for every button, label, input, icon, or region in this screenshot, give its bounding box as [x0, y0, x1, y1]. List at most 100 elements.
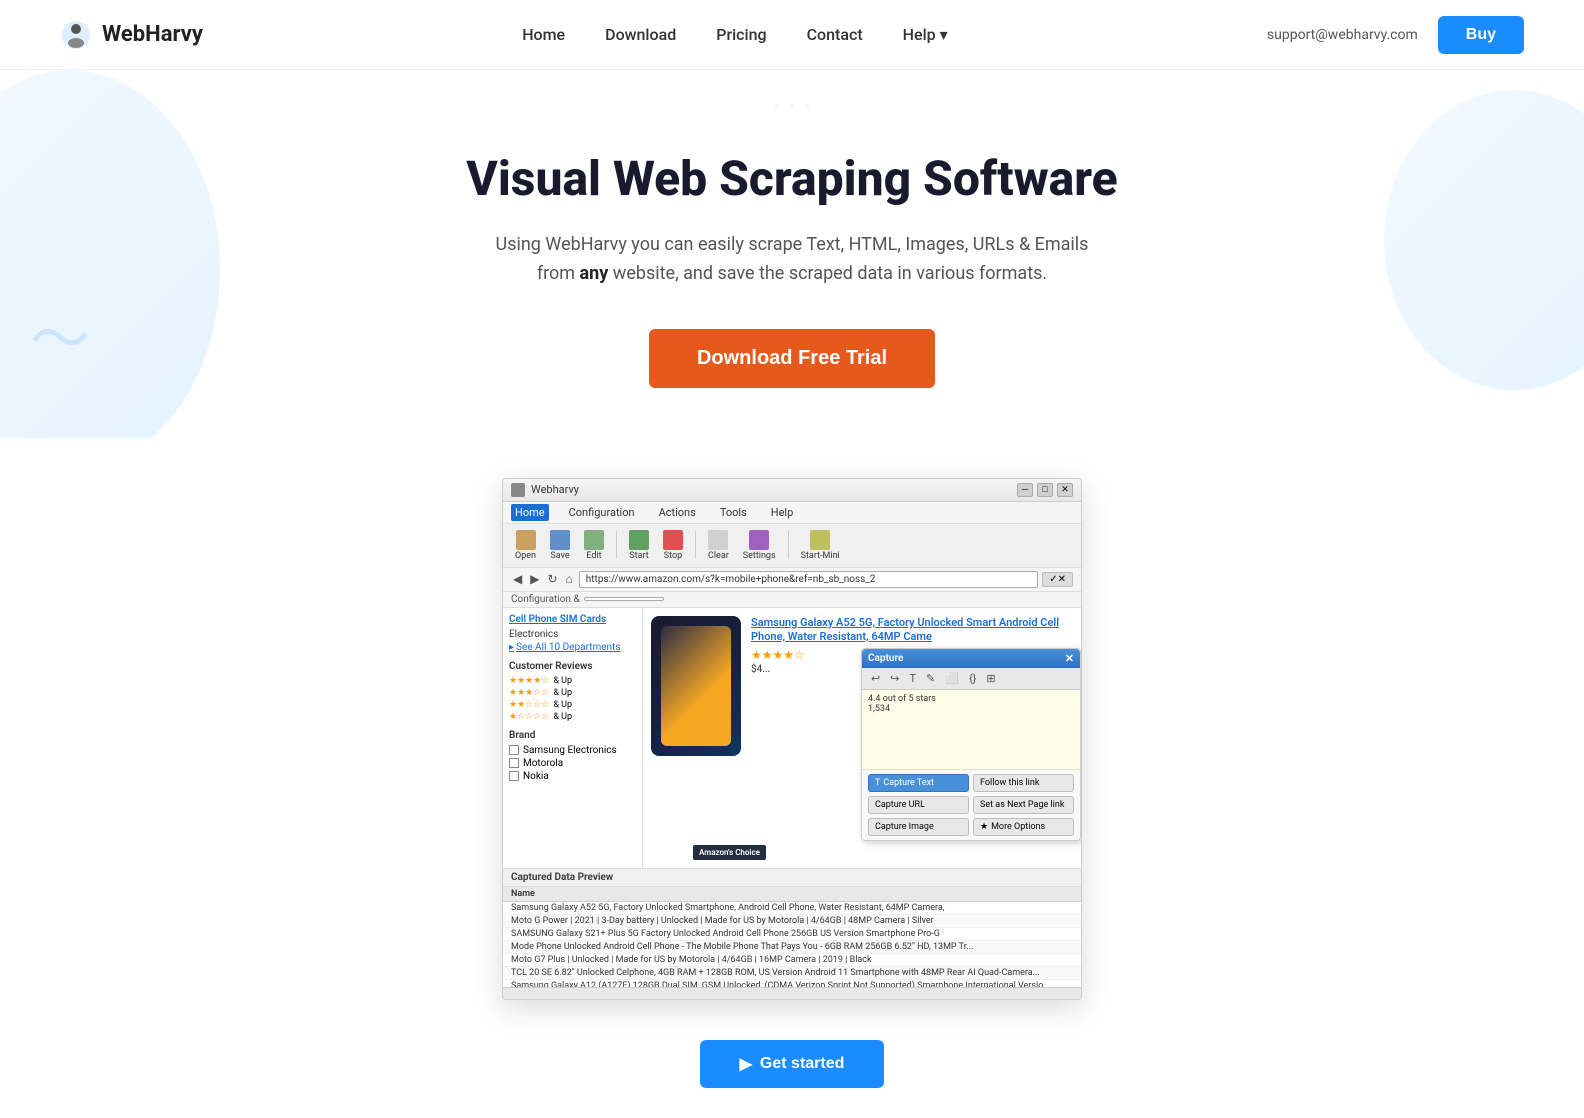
brand-motorola-checkbox[interactable]	[509, 758, 519, 768]
config-field[interactable]	[584, 597, 664, 601]
brand-samsung-checkbox[interactable]	[509, 745, 519, 755]
get-started-button[interactable]: ▶ Get started	[700, 1040, 885, 1088]
capture-tool-back[interactable]: ↩	[868, 671, 883, 686]
bottom-cta-section: ▶ Get started	[0, 1030, 1584, 1118]
menu-actions[interactable]: Actions	[655, 504, 700, 521]
toolbar-stop[interactable]: Stop	[659, 528, 687, 563]
star-icon: ★	[980, 822, 988, 832]
nav-refresh-button[interactable]: ↻	[545, 572, 559, 586]
brand-nokia[interactable]: Nokia	[509, 771, 636, 782]
sidebar-sim-cards[interactable]: Cell Phone SIM Cards	[509, 614, 636, 625]
star-row-2[interactable]: ★★☆☆☆ & Up	[509, 700, 636, 710]
bg-circle-right	[1384, 90, 1584, 390]
brand-motorola[interactable]: Motorola	[509, 758, 636, 769]
menu-help[interactable]: Help	[767, 504, 798, 521]
app-toolbar: Open Save Edit Start Stop Clear	[503, 524, 1081, 568]
capture-content-line1: 4.4 out of 5 stars	[868, 694, 1074, 704]
nav-right: support@webharvy.com Buy	[1267, 16, 1524, 54]
app-scrollbar[interactable]	[503, 987, 1081, 999]
data-row: Moto G7 Plus | Unlocked | Made for US by…	[503, 954, 1081, 967]
menu-home[interactable]: Home	[511, 504, 549, 521]
app-menubar: Home Configuration Actions Tools Help	[503, 502, 1081, 524]
app-product: Samsung Galaxy A52 5G, Factory Unlocked …	[643, 608, 1081, 868]
capture-text-icon: T	[875, 778, 880, 788]
nav-pricing[interactable]: Pricing	[716, 25, 766, 44]
titlebar-controls: ─ □ ✕	[1017, 483, 1073, 497]
app-icon	[511, 483, 525, 497]
capture-tool-pencil[interactable]: ✎	[923, 671, 938, 686]
capture-tool-code[interactable]: {}	[966, 671, 979, 686]
product-title[interactable]: Samsung Galaxy A52 5G, Factory Unlocked …	[751, 616, 1073, 645]
logo-link[interactable]: WebHarvy	[60, 19, 203, 51]
capture-dialog-title: Capture	[868, 653, 903, 664]
set-next-page-button[interactable]: Set as Next Page link	[973, 796, 1074, 814]
data-row: Moto G Power | 2021 | 3-Day battery | Un…	[503, 915, 1081, 928]
nav-forward-button[interactable]: ▶	[528, 572, 541, 586]
phone-screen	[661, 626, 731, 746]
capture-close-button[interactable]: ✕	[1065, 652, 1074, 665]
app-addressbar: ◀ ▶ ↻ ⌂ https://www.amazon.com/s?k=mobil…	[503, 568, 1081, 592]
toolbar-startmini[interactable]: Start-Mini	[797, 528, 844, 563]
toolbar-sep-1	[616, 531, 617, 559]
nav-contact[interactable]: Contact	[807, 25, 863, 44]
capture-tool-redo[interactable]: ↪	[887, 671, 902, 686]
capture-tool-grid[interactable]: ⊞	[983, 671, 998, 686]
sidebar-reviews: Customer Reviews ★★★★☆ & Up ★★★☆☆ & Up ★…	[509, 661, 636, 722]
app-configbar: Configuration &	[503, 592, 1081, 608]
menu-configuration[interactable]: Configuration	[565, 504, 639, 521]
toolbar-settings[interactable]: Settings	[739, 528, 780, 563]
star-row-4[interactable]: ★★★★☆ & Up	[509, 676, 636, 686]
star-row-3[interactable]: ★★★☆☆ & Up	[509, 688, 636, 698]
config-label: Configuration &	[511, 594, 580, 605]
maximize-button[interactable]: □	[1037, 483, 1053, 497]
brand-title: Brand	[509, 730, 636, 741]
more-options-button[interactable]: ★ More Options	[973, 818, 1074, 836]
toolbar-sep-3	[788, 531, 789, 559]
nav-links: Home Download Pricing Contact Help ▾	[522, 25, 948, 44]
minimize-button[interactable]: ─	[1017, 483, 1033, 497]
stars-4: ★★★★☆	[509, 676, 549, 686]
nav-help[interactable]: Help ▾	[903, 25, 948, 44]
datapreview-header: Captured Data Preview	[503, 869, 1081, 887]
capture-tool-shape[interactable]: ⬜	[942, 671, 962, 686]
app-datapreview: Captured Data Preview Name Samsung Galax…	[503, 868, 1081, 987]
star-row-1[interactable]: ★☆☆☆☆ & Up	[509, 712, 636, 722]
brand-nokia-checkbox[interactable]	[509, 771, 519, 781]
nav-download[interactable]: Download	[605, 25, 676, 44]
toolbar-save[interactable]: Save	[546, 528, 574, 563]
nav-home-button[interactable]: ⌂	[564, 572, 575, 586]
toolbar-clear[interactable]: Clear	[704, 528, 733, 563]
follow-link-button[interactable]: Follow this link	[973, 774, 1074, 792]
nav-back-button[interactable]: ◀	[511, 572, 524, 586]
data-row: Mode Phone Unlocked Android Cell Phone -…	[503, 941, 1081, 954]
toolbar-start[interactable]: Start	[625, 528, 653, 563]
download-cta-button[interactable]: Download Free Trial	[649, 329, 935, 388]
app-title: Webharvy	[531, 483, 579, 496]
buy-button[interactable]: Buy	[1438, 16, 1524, 54]
sidebar-see-all[interactable]: ▸ See All 10 Departments	[509, 642, 636, 653]
data-row: TCL 20 SE 6.82" Unlocked Celphone, 4GB R…	[503, 967, 1081, 980]
menu-tools[interactable]: Tools	[716, 504, 751, 521]
capture-content: 4.4 out of 5 stars 1,534	[862, 690, 1080, 770]
titlebar-left: Webharvy	[511, 483, 579, 497]
capture-actions: T Capture Text Follow this link Capture …	[862, 770, 1080, 840]
capture-url-button[interactable]: Capture URL	[868, 796, 969, 814]
squiggle-left-icon: 〜	[30, 291, 90, 378]
go-button[interactable]: ✓✕	[1042, 572, 1073, 587]
bg-circle-left	[0, 70, 220, 438]
close-button[interactable]: ✕	[1057, 483, 1073, 497]
navbar: WebHarvy Home Download Pricing Contact H…	[0, 0, 1584, 70]
capture-text-button[interactable]: T Capture Text	[868, 774, 969, 792]
brand-samsung[interactable]: Samsung Electronics	[509, 745, 636, 756]
capture-image-button[interactable]: Capture Image	[868, 818, 969, 836]
address-field[interactable]: https://www.amazon.com/s?k=mobile+phone&…	[579, 571, 1038, 588]
capture-tool-text[interactable]: T	[906, 671, 919, 686]
toolbar-open[interactable]: Open	[511, 528, 540, 563]
datapreview-cols: Name	[503, 887, 1081, 902]
app-main: Cell Phone SIM Cards Electronics ▸ See A…	[503, 608, 1081, 868]
toolbar-edit[interactable]: Edit	[580, 528, 608, 563]
stars-2: ★★☆☆☆	[509, 700, 549, 710]
nav-home[interactable]: Home	[522, 25, 565, 44]
stars-1: ★☆☆☆☆	[509, 712, 549, 722]
amazon-choice-badge: Amazon's Choice	[693, 845, 766, 860]
